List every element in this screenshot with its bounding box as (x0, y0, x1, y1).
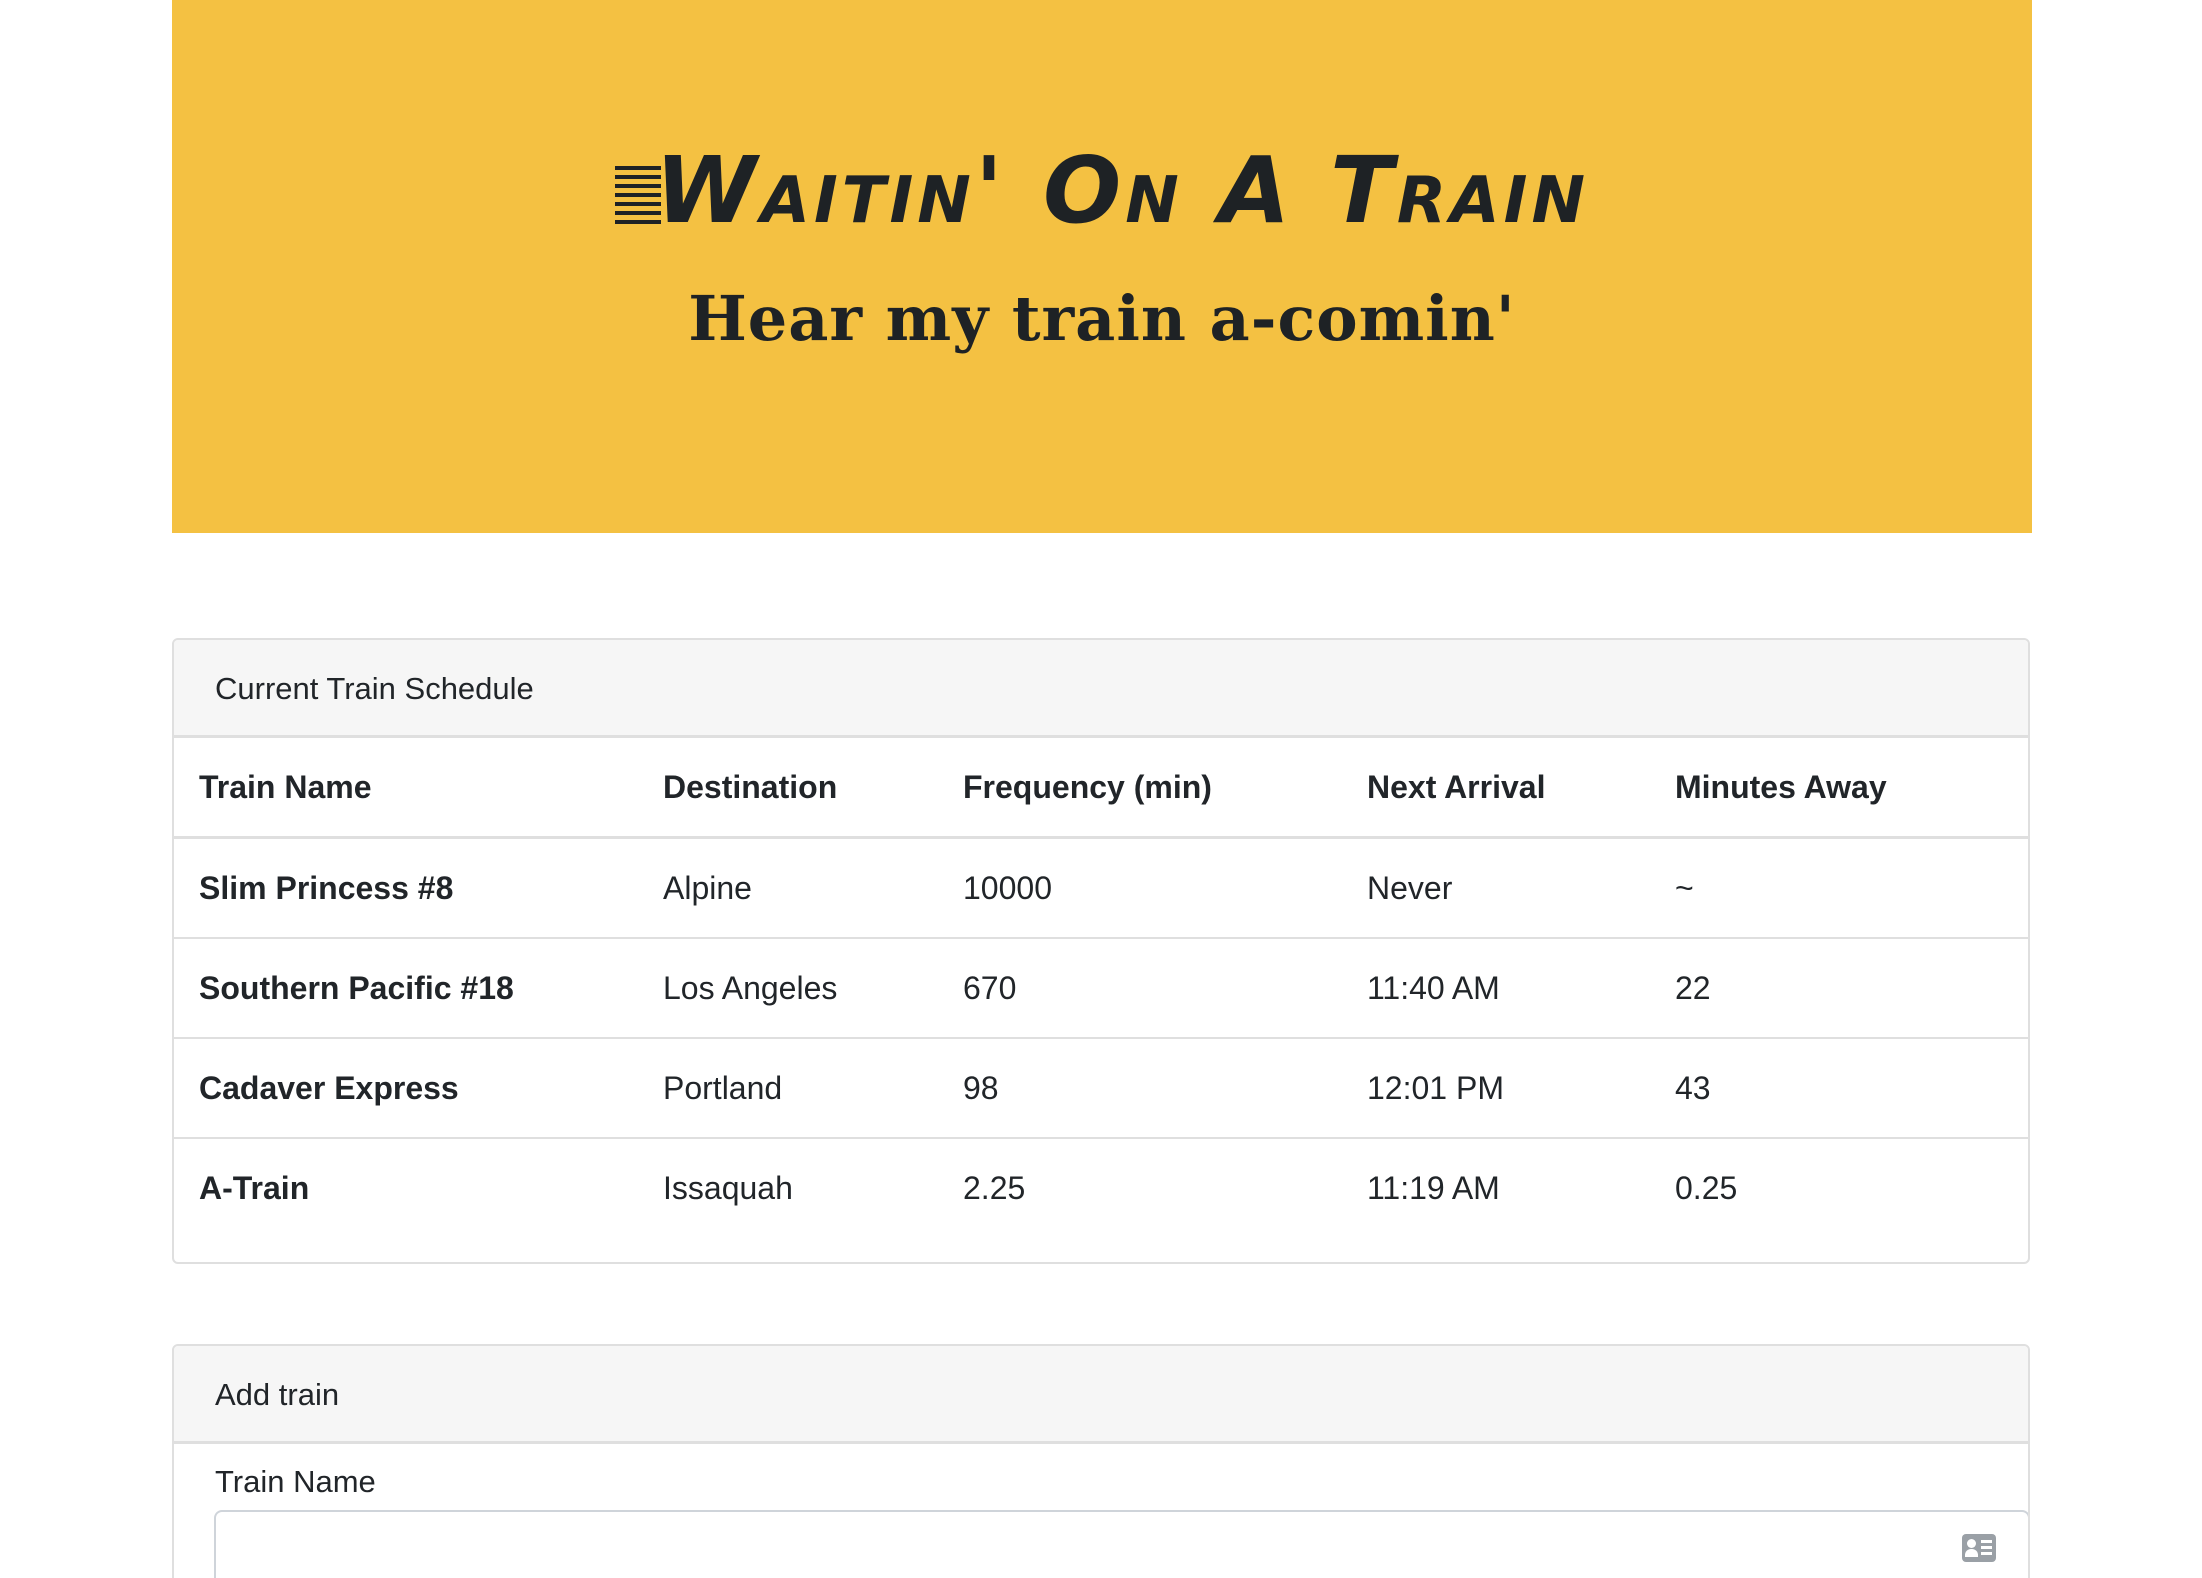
table-row: Cadaver Express Portland 98 12:01 PM 43 (174, 1038, 2028, 1139)
schedule-card-header: Current Train Schedule (174, 640, 2028, 738)
train-name-field[interactable] (214, 1510, 2028, 1578)
cell-next-arrival: 11:19 AM (1367, 1169, 1500, 1206)
cell-frequency: 10000 (963, 837, 1367, 939)
cell-destination: Los Angeles (663, 938, 963, 1039)
cell-next-arrival: 11:40 AM (1367, 938, 1675, 1039)
table-row: Southern Pacific #18 Los Angeles 670 11:… (174, 938, 2028, 1039)
column-header-train-name: Train Name (174, 738, 663, 839)
cell-minutes-away: ~ (1675, 837, 2028, 939)
cell-train-name: Southern Pacific #18 (174, 938, 663, 1039)
cell-frequency: 2.25 (963, 1169, 1026, 1206)
train-name-input[interactable] (236, 1512, 1940, 1578)
column-header-frequency: Frequency (min) (963, 738, 1367, 839)
cell-next-arrival: Never (1367, 837, 1675, 939)
train-name-label: Train Name (215, 1464, 376, 1499)
add-train-card-header: Add train (174, 1346, 2028, 1444)
jumbotron-header: Waitin' On A Train Hear my train a-comin… (172, 0, 2032, 533)
schedule-table: Train Name Destination Frequency (min) N… (174, 738, 2028, 1237)
contact-card-icon[interactable] (1962, 1534, 1996, 1562)
cell-destination: Alpine (663, 837, 963, 939)
cell-train-name: A-Train (199, 1169, 310, 1206)
table-row: Slim Princess #8 Alpine 10000 Never ~ (174, 837, 2028, 939)
cell-frequency: 670 (963, 938, 1367, 1039)
page-title: Waitin' On A Train (172, 145, 2032, 237)
column-header-minutes-away: Minutes Away (1675, 738, 2028, 839)
page-subtitle: Hear my train a-comin' (688, 282, 1516, 355)
cell-train-name: Cadaver Express (174, 1038, 663, 1139)
cell-destination: Issaquah (663, 1169, 793, 1206)
cell-minutes-away: 0.25 (1675, 1169, 1738, 1206)
cell-next-arrival: 12:01 PM (1367, 1038, 1675, 1139)
cell-minutes-away: 43 (1675, 1038, 2028, 1139)
column-header-destination: Destination (663, 738, 963, 839)
cell-minutes-away: 22 (1675, 938, 2028, 1039)
train-schedule-card: Current Train Schedule Train Name Destin… (172, 638, 2030, 1264)
page: Waitin' On A Train Hear my train a-comin… (0, 0, 2202, 1578)
column-header-next-arrival: Next Arrival (1367, 738, 1675, 839)
cell-destination: Portland (663, 1038, 963, 1139)
table-row: A-Train Issaquah 2.25 11:19 AM 0.25 (174, 1138, 2028, 1237)
table-header-row: Train Name Destination Frequency (min) N… (174, 738, 2028, 839)
page-title-text: Waitin' On A Train (654, 137, 1590, 244)
add-train-card: Add train Train Name (172, 1344, 2030, 1578)
cell-train-name: Slim Princess #8 (174, 837, 663, 939)
cell-frequency: 98 (963, 1038, 1367, 1139)
